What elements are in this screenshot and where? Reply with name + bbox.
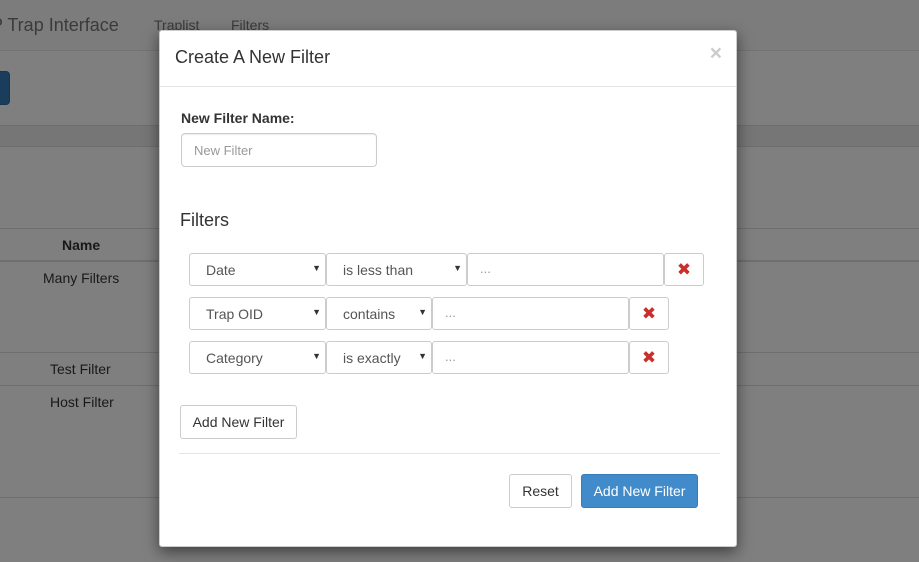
filter-value-placeholder: ... — [480, 261, 491, 276]
remove-icon: ✖ — [676, 260, 692, 280]
filter-value-input[interactable]: ... — [432, 297, 629, 330]
caret-down-icon: ▼ — [418, 307, 427, 317]
filter-value-placeholder: ... — [445, 305, 456, 320]
filter-field-value: Category — [206, 350, 263, 366]
remove-icon: ✖ — [641, 348, 657, 368]
caret-down-icon: ▼ — [312, 351, 321, 361]
remove-icon: ✖ — [641, 304, 657, 324]
close-icon[interactable]: × — [710, 43, 722, 64]
footer-divider — [179, 453, 720, 454]
filter-name-label: New Filter Name: — [181, 110, 295, 126]
filter-operator-select[interactable]: is exactly ▼ — [326, 341, 432, 374]
submit-filter-button[interactable]: Add New Filter — [581, 474, 698, 508]
filter-operator-value: is less than — [343, 262, 414, 278]
filter-operator-value: contains — [343, 306, 396, 322]
filter-field-select[interactable]: Trap OID ▼ — [189, 297, 326, 330]
remove-filter-button[interactable]: ✖ — [629, 341, 669, 374]
filter-value-placeholder: ... — [445, 349, 456, 364]
caret-down-icon: ▼ — [312, 263, 321, 273]
filter-operator-select[interactable]: is less than ▼ — [326, 253, 467, 286]
caret-down-icon: ▼ — [453, 263, 462, 273]
filters-heading: Filters — [180, 210, 229, 230]
caret-down-icon: ▼ — [418, 351, 427, 361]
modal-title: Create A New Filter — [175, 47, 331, 67]
filter-field-select[interactable]: Date ▼ — [189, 253, 326, 286]
remove-filter-button[interactable]: ✖ — [664, 253, 704, 286]
filter-operator-select[interactable]: contains ▼ — [326, 297, 432, 330]
remove-filter-button[interactable]: ✖ — [629, 297, 669, 330]
filter-name-input[interactable] — [181, 133, 377, 167]
filter-field-value: Date — [206, 262, 236, 278]
filter-value-input[interactable]: ... — [467, 253, 664, 286]
modal-header: Create A New Filter × — [160, 31, 736, 87]
filter-operator-value: is exactly — [343, 350, 401, 366]
reset-button[interactable]: Reset — [509, 474, 572, 508]
caret-down-icon: ▼ — [312, 307, 321, 317]
create-filter-modal: Create A New Filter × New Filter Name: F… — [159, 30, 737, 547]
filter-field-select[interactable]: Category ▼ — [189, 341, 326, 374]
add-filter-row-button[interactable]: Add New Filter — [180, 405, 297, 439]
filter-field-value: Trap OID — [206, 306, 264, 322]
filter-value-input[interactable]: ... — [432, 341, 629, 374]
